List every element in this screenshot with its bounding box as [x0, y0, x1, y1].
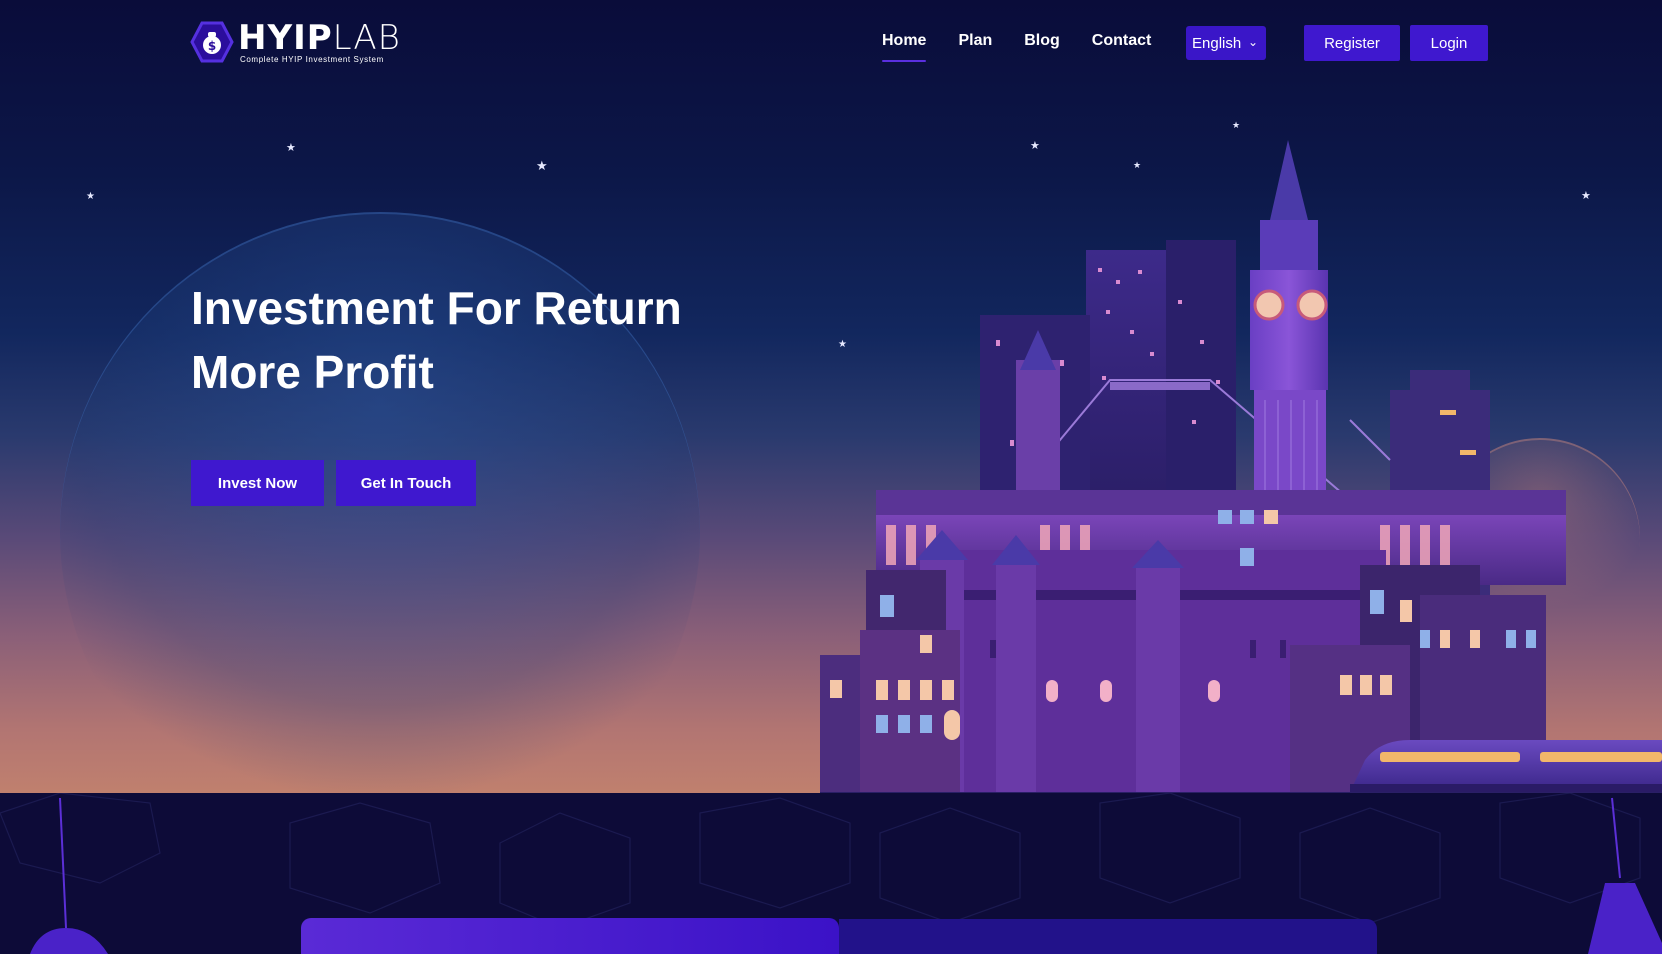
- main-nav: Home Plan Blog Contact: [882, 32, 1183, 62]
- register-button[interactable]: Register: [1304, 25, 1400, 61]
- hero-title-line-1: Investment For Return: [191, 282, 682, 334]
- feature-card-left: [301, 918, 839, 954]
- city-illustration: [820, 140, 1662, 793]
- language-select[interactable]: English ⌄: [1186, 26, 1266, 60]
- hero-title: Investment For Return More Profit: [191, 276, 751, 404]
- nav-home[interactable]: Home: [882, 32, 927, 62]
- login-button[interactable]: Login: [1410, 25, 1488, 61]
- nav-contact[interactable]: Contact: [1092, 32, 1152, 62]
- nav-blog[interactable]: Blog: [1024, 32, 1060, 62]
- features-section: [0, 793, 1662, 954]
- logo-tagline: Complete HYIP Investment System: [240, 54, 384, 64]
- nav-plan[interactable]: Plan: [958, 32, 992, 62]
- star-icon: ★: [286, 141, 296, 154]
- landing-page: ★ ★ ★ ★ ★ ★ ★ ★ $ HYIPLAB Complete HYIP …: [0, 0, 1662, 954]
- money-bag-icon: $: [190, 21, 234, 63]
- svg-text:$: $: [208, 39, 216, 53]
- language-selected: English: [1192, 34, 1242, 52]
- star-icon: ★: [86, 191, 95, 202]
- feature-card-right: [839, 919, 1377, 954]
- chevron-down-icon: ⌄: [1247, 35, 1258, 49]
- hero-title-line-2: More Profit: [191, 346, 434, 398]
- invest-now-button[interactable]: Invest Now: [191, 460, 324, 506]
- logo-wordmark: HYIPLAB: [238, 17, 401, 58]
- site-header: $ HYIPLAB Complete HYIP Investment Syste…: [0, 0, 1662, 86]
- get-in-touch-button[interactable]: Get In Touch: [336, 460, 476, 506]
- logo[interactable]: $ HYIPLAB Complete HYIP Investment Syste…: [190, 20, 401, 64]
- star-icon: ★: [536, 159, 548, 174]
